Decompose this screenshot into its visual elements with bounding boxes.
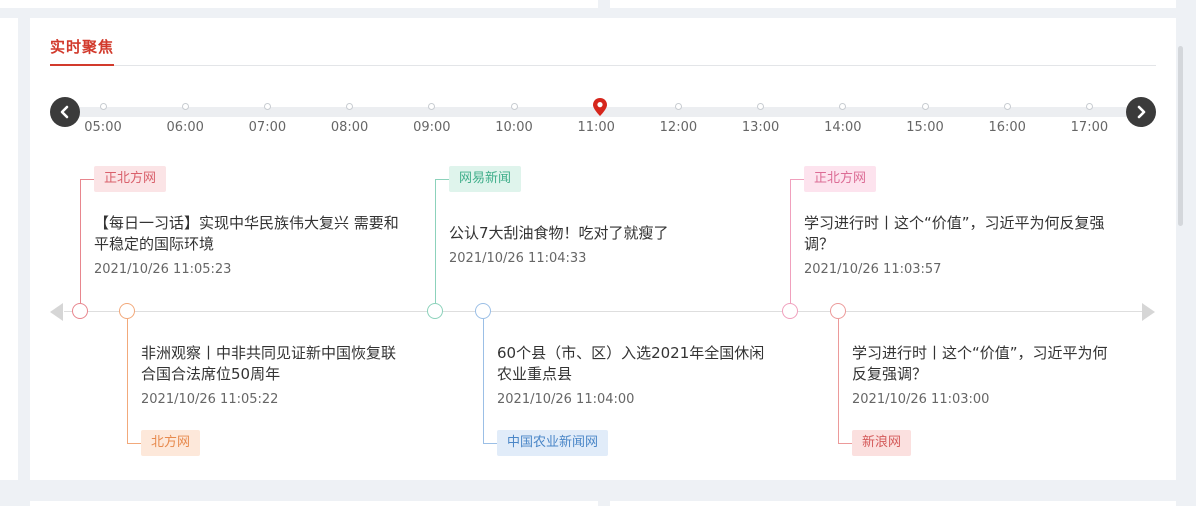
news-connector	[80, 179, 94, 180]
hour-label[interactable]: 10:00	[484, 120, 544, 135]
realtime-focus-panel: 实时聚焦 05:00 06:00 07:00 08:00 09:00 10:00 11:00…	[30, 18, 1176, 480]
hour-label[interactable]: 12:00	[648, 120, 708, 135]
news-node[interactable]	[119, 303, 135, 319]
map-pin-icon	[593, 98, 607, 116]
top-card-edge-left	[0, 0, 598, 8]
title-divider	[50, 65, 1156, 66]
news-timestamp: 2021/10/26 11:04:33	[449, 251, 587, 266]
news-connector	[127, 443, 141, 444]
hour-label[interactable]: 08:00	[320, 120, 380, 135]
news-source-tag[interactable]: 北方网	[141, 430, 201, 456]
scrollbar-thumb[interactable]	[1178, 46, 1183, 226]
news-title[interactable]: 60个县（市、区）入选2021年全国休闲 农业重点县	[497, 343, 764, 385]
news-source-tag[interactable]: 新浪网	[852, 430, 912, 456]
news-node[interactable]	[72, 303, 88, 319]
news-title-line: 60个县（市、区）入选2021年全国休闲	[497, 344, 765, 362]
hour-tick[interactable]	[1003, 103, 1011, 110]
news-connector	[790, 179, 804, 180]
hour-tick[interactable]	[921, 103, 929, 110]
news-connector	[435, 179, 436, 303]
news-title[interactable]: 学习进行时丨这个“价值”，习近平为何反复强调？	[852, 343, 1108, 385]
news-title-line: 农业重点县	[497, 365, 573, 383]
news-title-line: 平稳定的国际环境	[94, 235, 215, 253]
news-timestamp: 2021/10/26 11:04:00	[497, 392, 635, 407]
left-card-edge	[0, 18, 18, 480]
news-node[interactable]	[830, 303, 846, 319]
bottom-card-edge-left	[30, 501, 598, 506]
section-title: 实时聚焦	[50, 38, 115, 56]
news-node[interactable]	[782, 303, 798, 319]
news-connector	[435, 179, 449, 180]
hour-tick[interactable]	[1085, 103, 1093, 110]
news-timestamp: 2021/10/26 11:03:00	[852, 392, 990, 407]
bottom-card-edge-right	[610, 501, 1176, 506]
news-title-line: 学习进行时丨这个“价值”，习近平为何	[852, 344, 1108, 362]
chevron-left-icon	[60, 105, 69, 119]
news-timestamp: 2021/10/26 11:03:57	[804, 262, 942, 277]
news-title-line: 学习进行时丨这个“价值”，习近平为何反复强	[804, 214, 1105, 232]
news-title[interactable]: 【每日一习话】实现中华民族伟大复兴 需要和 平稳定的国际环境	[94, 213, 399, 255]
news-connector	[483, 319, 484, 443]
news-axis-line	[64, 311, 1142, 312]
hour-label[interactable]: 14:00	[813, 120, 873, 135]
news-source-tag[interactable]: 网易新闻	[449, 166, 522, 192]
news-connector	[80, 179, 81, 303]
news-title-line: 【每日一习话】实现中华民族伟大复兴 需要和	[94, 214, 399, 232]
news-title[interactable]: 公认7大刮油食物！吃对了就瘦了	[449, 223, 669, 244]
hour-label[interactable]: 09:00	[402, 120, 462, 135]
news-title[interactable]: 非洲观察丨中非共同见证新中国恢复联 合国合法席位50周年	[141, 343, 396, 385]
hour-label[interactable]: 06:00	[155, 120, 215, 135]
news-title-line: 公认7大刮油食物！吃对了就瘦了	[449, 224, 669, 242]
news-connector	[838, 319, 839, 443]
hour-label[interactable]: 13:00	[731, 120, 791, 135]
hour-tick[interactable]	[674, 103, 682, 110]
hour-tick[interactable]	[181, 103, 189, 110]
news-title-line: 反复强调？	[852, 365, 928, 383]
news-node[interactable]	[475, 303, 491, 319]
news-title-line: 非洲观察丨中非共同见证新中国恢复联	[141, 344, 397, 362]
news-scroll-left-arrow[interactable]	[50, 303, 63, 321]
top-card-edge-right	[610, 0, 1176, 8]
news-timestamp: 2021/10/26 11:05:23	[94, 262, 232, 277]
news-connector	[838, 443, 852, 444]
chevron-right-icon	[1137, 105, 1146, 119]
news-title-line: 合国合法席位50周年	[141, 365, 281, 383]
news-source-tag[interactable]: 中国农业新闻网	[497, 430, 609, 456]
news-connector	[127, 319, 128, 443]
title-underline	[50, 64, 114, 66]
news-source-tag[interactable]: 正北方网	[804, 166, 877, 192]
news-scroll-right-arrow[interactable]	[1142, 303, 1155, 321]
hour-label[interactable]: 15:00	[895, 120, 955, 135]
news-connector	[483, 443, 497, 444]
timeline-next-button[interactable]	[1126, 97, 1156, 127]
hour-label[interactable]: 07:00	[237, 120, 297, 135]
hour-label[interactable]: 16:00	[977, 120, 1037, 135]
news-node[interactable]	[427, 303, 443, 319]
hour-tick[interactable]	[263, 103, 271, 110]
news-timestamp: 2021/10/26 11:05:22	[141, 392, 279, 407]
news-source-tag[interactable]: 正北方网	[94, 166, 167, 192]
hour-tick[interactable]	[99, 103, 107, 110]
news-title-line: 调？	[804, 235, 835, 253]
hour-label[interactable]: 05:00	[73, 120, 133, 135]
news-title[interactable]: 学习进行时丨这个“价值”，习近平为何反复强调？	[804, 213, 1105, 255]
hour-label[interactable]: 17:00	[1059, 120, 1119, 135]
hour-tick[interactable]	[510, 103, 518, 110]
news-connector	[790, 179, 791, 303]
hour-label[interactable]: 11:00	[566, 120, 626, 135]
